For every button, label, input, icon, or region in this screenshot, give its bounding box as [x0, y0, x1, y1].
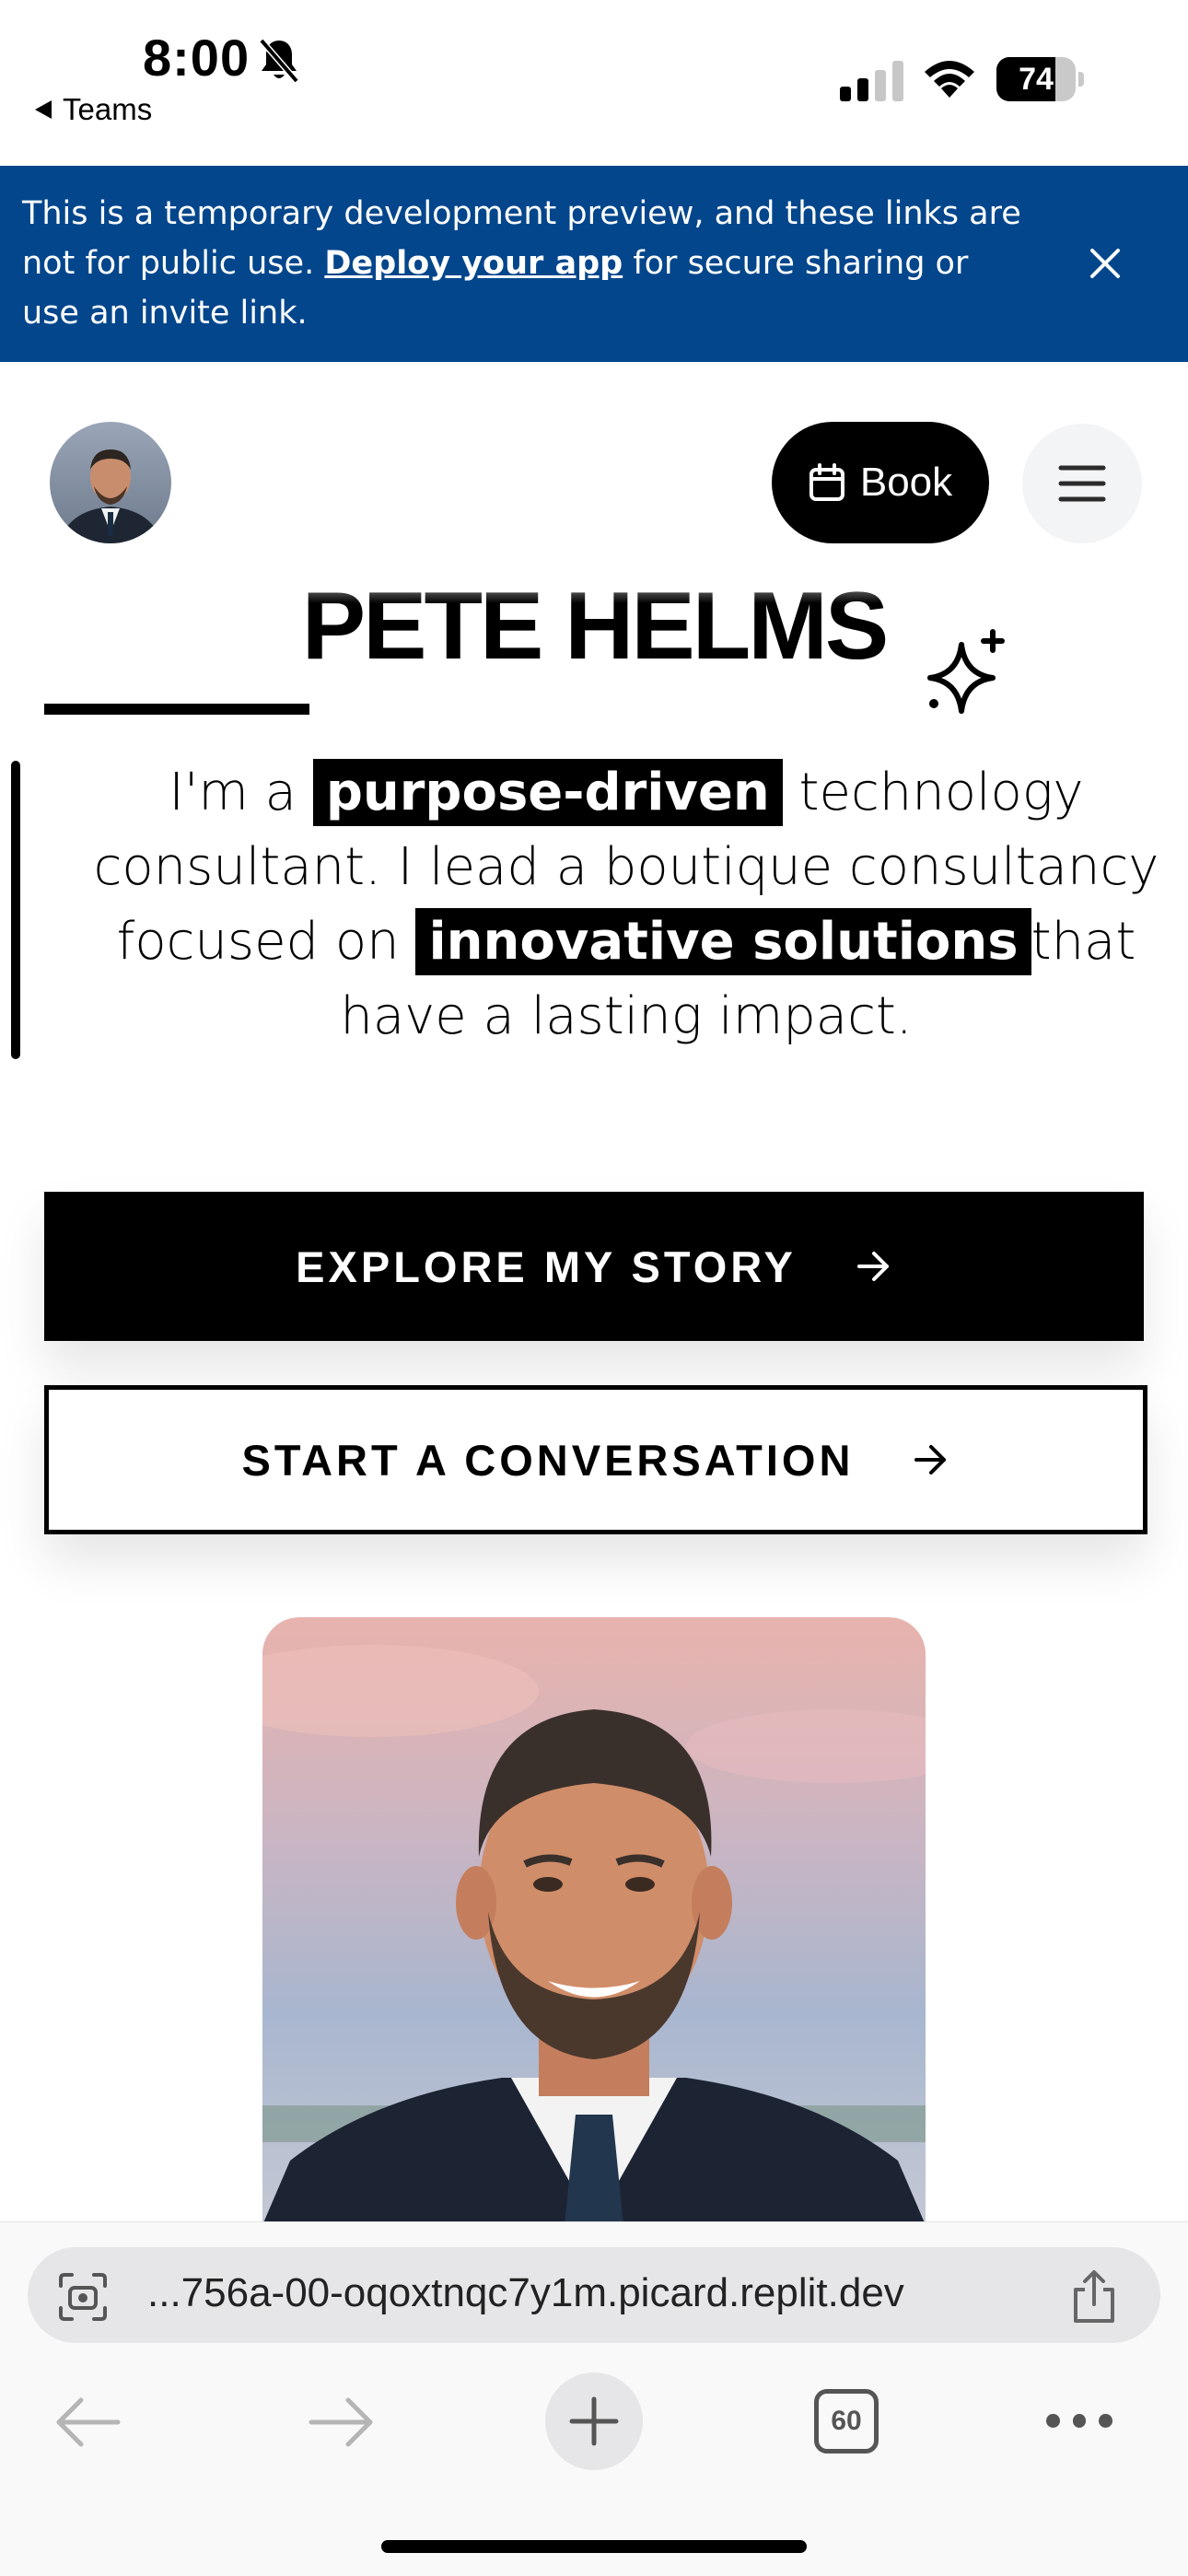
dot-icon — [1072, 2413, 1087, 2428]
battery-percent: 74 — [1019, 62, 1054, 97]
highlight-innovative-solutions: innovative solutions — [415, 908, 1031, 975]
home-indicator — [381, 2540, 807, 2553]
back-to-app-button[interactable]: Teams — [35, 92, 152, 127]
start-conversation-button[interactable]: START A CONVERSATION — [44, 1385, 1147, 1534]
conversation-label: START A CONVERSATION — [241, 1435, 855, 1485]
menu-button[interactable] — [1022, 424, 1142, 543]
battery-indicator: 74 — [996, 57, 1084, 101]
more-options-button[interactable] — [1046, 2409, 1113, 2431]
sparkle-icon — [927, 629, 1005, 714]
book-label: Book — [859, 460, 953, 505]
wifi-icon — [925, 61, 974, 98]
intro-part1: I'm a — [169, 763, 313, 822]
header-fade-overlay — [276, 548, 912, 603]
plus-icon — [569, 2396, 619, 2446]
calendar-icon — [809, 463, 844, 501]
close-icon[interactable] — [1083, 241, 1127, 286]
dev-preview-banner: This is a temporary development preview,… — [0, 166, 1188, 362]
book-button[interactable]: Book — [772, 422, 989, 543]
decorative-rule — [11, 761, 20, 1059]
dot-icon — [1099, 2413, 1113, 2428]
title-underline — [44, 704, 309, 715]
explore-my-story-button[interactable]: EXPLORE MY STORY — [44, 1192, 1144, 1341]
explore-label: EXPLORE MY STORY — [296, 1241, 797, 1291]
deploy-app-link[interactable]: Deploy your app — [324, 245, 623, 282]
cellular-signal-icon — [840, 61, 903, 101]
avatar-photo — [50, 422, 171, 543]
banner-message: This is a temporary development preview,… — [22, 189, 1035, 338]
page-settings-icon[interactable] — [57, 2271, 109, 2323]
arrow-right-icon — [856, 1252, 889, 1281]
portrait-photo — [262, 1617, 926, 2225]
portrait-image — [262, 1617, 926, 2225]
arrow-right-icon — [914, 1445, 947, 1474]
back-triangle-icon — [35, 100, 52, 119]
highlight-purpose-driven: purpose-driven — [312, 759, 783, 826]
share-icon[interactable] — [1070, 2269, 1118, 2325]
forward-arrow-icon[interactable] — [306, 2395, 376, 2450]
intro-text: I'm a purpose-driven technology consulta… — [92, 755, 1160, 1054]
back-app-label: Teams — [63, 92, 153, 126]
hamburger-menu-icon — [1058, 465, 1106, 502]
status-time: 8:00 — [143, 29, 250, 87]
avatar[interactable] — [50, 422, 171, 543]
back-arrow-icon[interactable] — [53, 2395, 123, 2450]
url-text: ...756a-00-oqoxtnqc7y1m.picard.replit.de… — [147, 2270, 904, 2315]
dot-icon — [1046, 2413, 1060, 2428]
new-tab-button[interactable] — [545, 2372, 643, 2470]
bell-slash-icon — [259, 38, 299, 84]
tabs-button[interactable]: 60 — [814, 2389, 879, 2454]
